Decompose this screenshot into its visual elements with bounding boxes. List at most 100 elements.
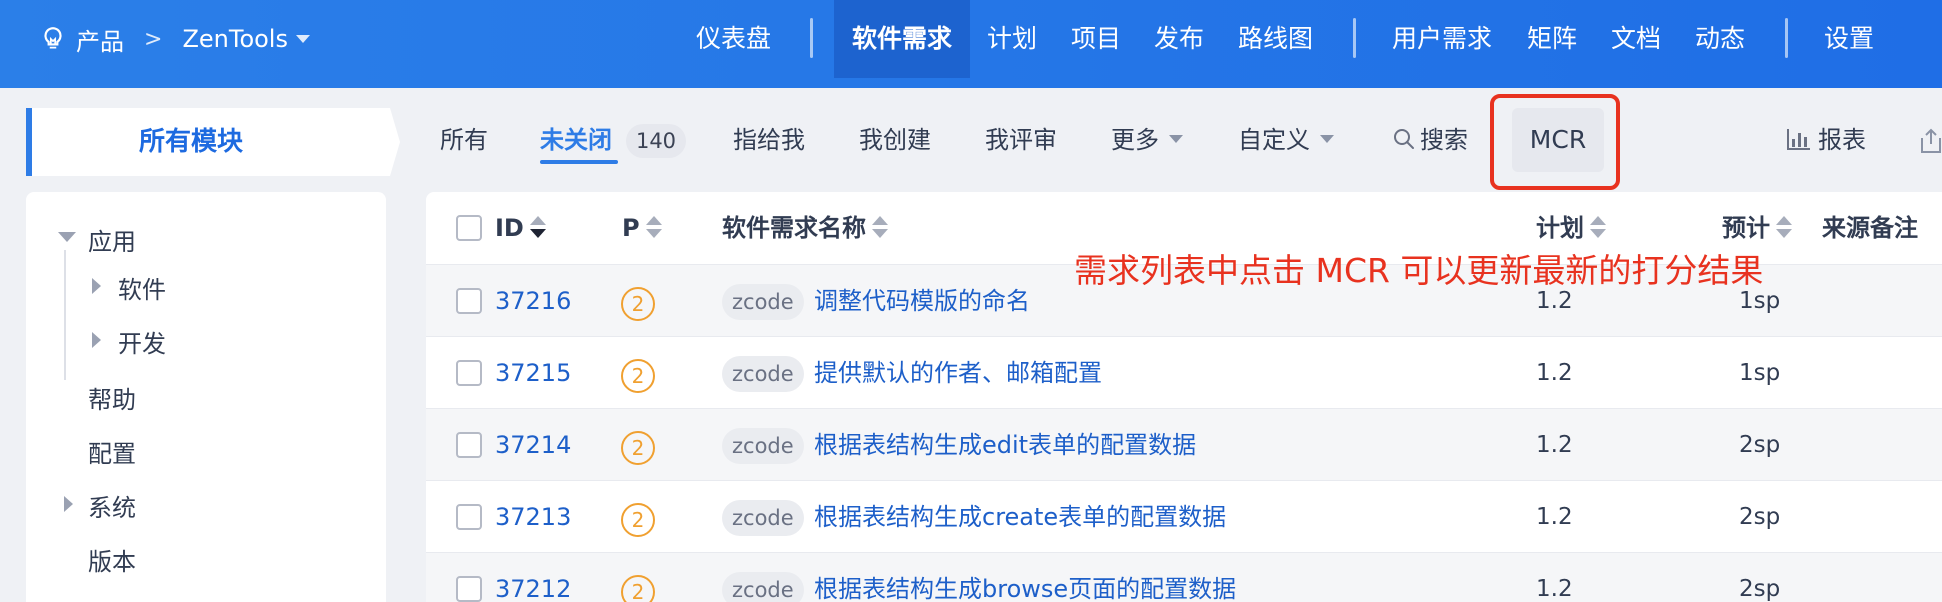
tree-item-help[interactable]: 帮助 [88, 380, 136, 415]
priority-badge: 2 [621, 503, 655, 537]
column-header-source-note[interactable]: 来源备注 [1822, 192, 1918, 264]
expand-icon[interactable] [92, 332, 101, 348]
nav-activity[interactable]: 动态 [1695, 0, 1745, 78]
tree-item-software[interactable]: 软件 [118, 270, 166, 305]
table-row[interactable]: 37215 2 zcode 提供默认的作者、邮箱配置 1.2 1sp [426, 336, 1942, 408]
sort-icon [872, 216, 888, 238]
export-icon[interactable] [1920, 128, 1942, 154]
priority-badge: 2 [621, 359, 655, 393]
sort-icon [1590, 216, 1606, 238]
row-title-link[interactable]: 根据表结构生成create表单的配置数据 [814, 481, 1226, 553]
search-button[interactable]: 搜索 [1392, 118, 1468, 162]
row-estimate: 2sp [1739, 504, 1781, 530]
chevron-down-icon[interactable] [295, 35, 310, 43]
filter-created-by-me[interactable]: 我创建 [859, 118, 931, 162]
filter-reviewed-by-me[interactable]: 我评审 [985, 118, 1057, 162]
product-label[interactable]: 产品 [76, 22, 124, 57]
row-plan: 1.2 [1536, 576, 1573, 602]
row-checkbox[interactable] [456, 504, 482, 530]
product-tag: zcode [722, 356, 804, 392]
column-header-id[interactable]: ID [495, 192, 546, 264]
row-id[interactable]: 37212 [495, 553, 571, 602]
priority-badge: 2 [621, 431, 655, 465]
row-plan: 1.2 [1536, 360, 1573, 386]
filter-unclosed[interactable]: 未关闭 [540, 118, 612, 162]
custom-dropdown[interactable]: 自定义 [1238, 118, 1334, 162]
row-plan: 1.2 [1536, 432, 1573, 458]
row-estimate: 1sp [1739, 360, 1781, 386]
nav-software-requirements[interactable]: 软件需求 [834, 0, 970, 78]
row-checkbox[interactable] [456, 576, 482, 602]
row-checkbox[interactable] [456, 288, 482, 314]
nav-project[interactable]: 项目 [1071, 0, 1121, 78]
column-header-priority[interactable]: P [622, 192, 662, 264]
product-name[interactable]: ZenTools [182, 25, 288, 53]
product-tag: zcode [722, 284, 804, 320]
annotation-text: 需求列表中点击 MCR 可以更新最新的打分结果 [1074, 251, 1764, 290]
lightbulb-icon [44, 27, 62, 49]
tree-item-app[interactable]: 应用 [88, 222, 136, 257]
priority-badge: 2 [621, 287, 655, 321]
row-id[interactable]: 37216 [495, 265, 571, 337]
nav-settings[interactable]: 设置 [1824, 0, 1874, 78]
row-plan: 1.2 [1536, 504, 1573, 530]
module-tab[interactable]: 所有模块 [26, 108, 400, 176]
priority-badge: 2 [621, 575, 655, 602]
nav-divider [810, 18, 813, 58]
product-switcher[interactable]: 产品 > ZenTools [40, 0, 310, 78]
tree-guide-line [64, 250, 66, 380]
column-id-label: ID [495, 214, 524, 242]
custom-label: 自定义 [1238, 126, 1310, 154]
row-title-link[interactable]: 根据表结构生成browse页面的配置数据 [814, 553, 1236, 602]
row-checkbox[interactable] [456, 360, 482, 386]
row-title-link[interactable]: 调整代码模版的命名 [814, 265, 1030, 337]
nav-matrix[interactable]: 矩阵 [1527, 0, 1577, 78]
product-tag: zcode [722, 428, 804, 464]
row-estimate: 2sp [1739, 576, 1781, 602]
product-tag: zcode [722, 572, 804, 602]
select-all-checkbox[interactable] [456, 215, 482, 241]
table-row[interactable]: 37213 2 zcode 根据表结构生成create表单的配置数据 1.2 2… [426, 480, 1942, 552]
more-label: 更多 [1111, 126, 1159, 154]
row-estimate: 2sp [1739, 432, 1781, 458]
column-plan-label: 计划 [1536, 214, 1584, 242]
table-row[interactable]: 37214 2 zcode 根据表结构生成edit表单的配置数据 1.2 2sp [426, 408, 1942, 480]
expand-icon[interactable] [92, 278, 101, 294]
table-row[interactable]: 37212 2 zcode 根据表结构生成browse页面的配置数据 1.2 2… [426, 552, 1942, 602]
row-title-link[interactable]: 根据表结构生成edit表单的配置数据 [814, 409, 1196, 481]
tree-item-config[interactable]: 配置 [88, 434, 136, 469]
report-button[interactable]: 报表 [1786, 118, 1866, 162]
tree-item-system[interactable]: 系统 [88, 488, 136, 523]
search-label: 搜索 [1420, 126, 1468, 154]
nav-user-requirements[interactable]: 用户需求 [1392, 0, 1492, 78]
expand-icon[interactable] [64, 496, 73, 512]
column-header-name[interactable]: 软件需求名称 [722, 192, 888, 264]
nav-plan[interactable]: 计划 [987, 0, 1037, 78]
product-tag: zcode [722, 500, 804, 536]
row-id[interactable]: 37215 [495, 337, 571, 409]
module-tab-label: 所有模块 [138, 127, 243, 157]
nav-divider [1785, 18, 1788, 58]
sort-icon [529, 216, 546, 238]
sort-icon [1776, 216, 1792, 238]
row-id[interactable]: 37214 [495, 409, 571, 481]
search-icon [1394, 129, 1414, 149]
tree-item-version[interactable]: 版本 [88, 542, 136, 577]
bar-chart-icon [1787, 129, 1810, 150]
more-dropdown[interactable]: 更多 [1111, 118, 1183, 162]
column-name-label: 软件需求名称 [722, 214, 866, 242]
column-priority-label: P [622, 214, 640, 242]
nav-release[interactable]: 发布 [1154, 0, 1204, 78]
tree-item-dev[interactable]: 开发 [118, 324, 166, 359]
filter-assigned-to-me[interactable]: 指给我 [733, 118, 805, 162]
row-checkbox[interactable] [456, 432, 482, 458]
nav-dashboard[interactable]: 仪表盘 [696, 0, 771, 78]
nav-roadmap[interactable]: 路线图 [1238, 0, 1313, 78]
report-label: 报表 [1818, 126, 1866, 154]
filter-all[interactable]: 所有 [440, 118, 488, 162]
row-title-link[interactable]: 提供默认的作者、邮箱配置 [814, 337, 1102, 409]
row-id[interactable]: 37213 [495, 481, 571, 553]
collapse-icon[interactable] [58, 232, 76, 242]
nav-docs[interactable]: 文档 [1611, 0, 1661, 78]
top-navbar: 产品 > ZenTools 仪表盘 软件需求 计划 项目 发布 路线图 用户需求… [0, 0, 1942, 88]
